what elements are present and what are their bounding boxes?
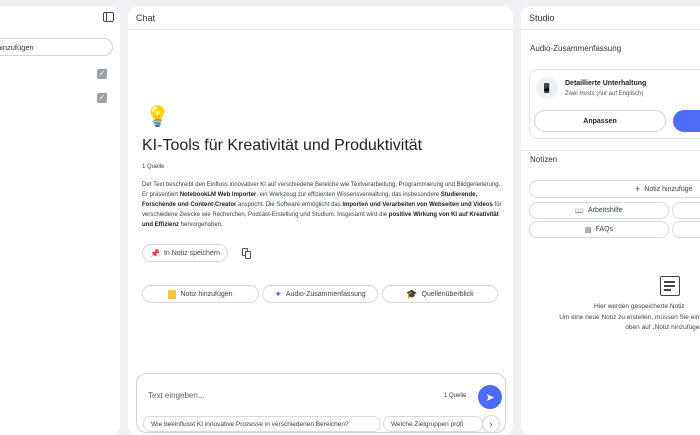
add-note-button[interactable]: Notiz hinzufügen	[142, 285, 259, 303]
empty-notes-line: oben auf „Notiz hinzufügen	[625, 324, 700, 331]
graduation-cap-icon: 🎓	[406, 288, 418, 299]
save-to-note-label: In Notiz speichern	[163, 249, 220, 257]
pin-icon: 📌	[150, 248, 160, 258]
add-note-studio-label: Notiz hinzufüge	[644, 185, 693, 193]
chat-header: Chat	[128, 6, 513, 30]
book-icon: 📖	[575, 207, 585, 215]
phone-icon: 📱	[536, 77, 558, 99]
copy-icon[interactable]	[242, 248, 251, 259]
source-overview-button[interactable]: 🎓 Quellenüberblick	[382, 285, 498, 303]
summary-bold: Importen und Verarbeiten von Webseiten u…	[342, 202, 493, 208]
add-note-studio-button[interactable]: + Notiz hinzufüge	[529, 180, 700, 198]
audio-overview-card: 📱 Detaillierte Unterhaltung Zwei Hosts (…	[529, 69, 700, 139]
summary-text: anspricht. Die Software ermöglicht das	[236, 202, 343, 208]
chat-panel: Chat 💡 KI-Tools für Kreativität und Prod…	[128, 6, 513, 435]
add-source-button[interactable]: hinzufügen	[0, 38, 113, 56]
suggestion-chip[interactable]: Welche Zielgruppen profi	[383, 416, 483, 432]
empty-notes-text: Um eine neue Notiz zu erstellen, müssen …	[538, 313, 700, 333]
audio-summary-button[interactable]: ✦ Audio-Zusammenfassung	[262, 285, 378, 303]
source-overview-label: Quellenüberblick	[421, 290, 474, 298]
notebook-summary: Der Text beschreibt den Einfluss innovat…	[142, 180, 502, 230]
study-guide-button[interactable]: 📖 Arbeitshilfe	[529, 202, 669, 219]
generate-button[interactable]	[673, 110, 700, 132]
note-icon	[168, 289, 177, 299]
suggestion-chip[interactable]: Wie beeinflusst KI innovative Prozesse i…	[143, 416, 381, 432]
studio-header-title: Studio	[529, 12, 555, 23]
send-button[interactable]: ➤	[478, 385, 502, 409]
studio-panel: Studio Audio-Zusammenfassung 📱 Detaillie…	[521, 6, 700, 435]
add-source-label: hinzufügen	[0, 42, 34, 52]
plus-icon: +	[635, 184, 641, 194]
faq-button[interactable]: ▤ FAQs	[529, 221, 669, 238]
audio-summary-label: Audio-Zusammenfassung	[285, 290, 366, 298]
note-icon	[660, 276, 680, 296]
audio-card-title: Detaillierte Unterhaltung	[565, 80, 647, 87]
customize-label: Anpassen	[583, 117, 617, 125]
send-icon: ➤	[485, 391, 495, 404]
source-count: 1 Quelle	[142, 164, 165, 170]
audio-card-subtitle: Zwei Hosts (nur auf Englisch)	[565, 91, 644, 97]
source-checkbox[interactable]: ✓	[97, 93, 107, 103]
audio-section-title: Audio-Zusammenfassung	[530, 44, 622, 53]
faq-label: FAQs	[595, 226, 614, 233]
chat-input[interactable]: Text eingeben...	[148, 391, 204, 400]
empty-notes-line: Um eine neue Notiz zu erstellen, müssen …	[559, 314, 700, 321]
note-type-button[interactable]	[672, 202, 700, 219]
chat-input-box: Text eingeben... 1 Quelle ➤ Wie beeinflu…	[136, 373, 506, 433]
notebook-title: KI-Tools für Kreativität und Produktivit…	[142, 137, 423, 154]
summary-bold: NotebookLM Web Importer	[179, 192, 257, 198]
studio-header: Studio	[521, 6, 700, 30]
panel-layout-icon[interactable]	[103, 12, 114, 22]
add-note-label: Notiz hinzufügen	[180, 290, 233, 298]
notes-section-title: Notizen	[530, 155, 558, 164]
divider	[521, 150, 700, 151]
customize-button[interactable]: Anpassen	[534, 110, 666, 132]
summary-text: , ein Werkzeug zur effizienten Wissensve…	[256, 192, 441, 198]
input-source-count: 1 Quelle	[444, 393, 467, 399]
empty-notes-title: Hier werden gespeicherte Notiz	[594, 303, 685, 310]
summary-text: hervorgehoben.	[179, 222, 223, 228]
note-type-button[interactable]	[672, 221, 700, 238]
sparkle-icon: ✦	[274, 288, 282, 299]
lightbulb-icon: 💡	[145, 106, 170, 128]
study-guide-label: Arbeitshilfe	[588, 207, 623, 214]
chevron-right-icon[interactable]: ›	[482, 415, 500, 433]
chat-header-title: Chat	[136, 12, 156, 23]
select-all-checkbox[interactable]: ✓	[97, 69, 107, 79]
sources-panel: hinzufügen ✓ ✓	[0, 6, 120, 435]
faq-icon: ▤	[584, 226, 592, 234]
save-to-note-button[interactable]: 📌 In Notiz speichern	[142, 244, 228, 262]
